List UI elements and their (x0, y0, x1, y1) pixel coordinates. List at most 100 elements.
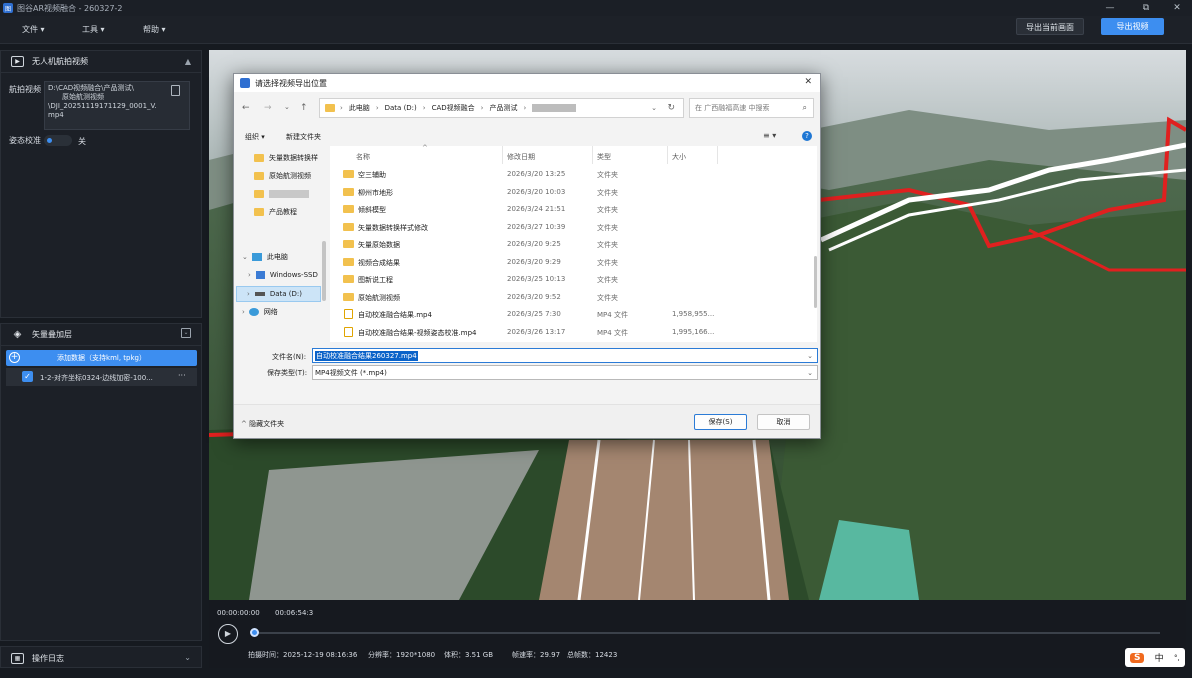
address-dropdown-icon[interactable]: ⌄ (651, 104, 657, 112)
column-size[interactable]: 大小 (672, 152, 686, 162)
file-row[interactable]: 自动校准融合结果.mp4 2026/3/25 7:30 MP4 文件 1,958,95… (330, 305, 810, 323)
drive-icon (254, 292, 265, 296)
file-date: 2026/3/20 9:52 (507, 292, 561, 301)
nav-item[interactable]: 原始航测视频 (254, 168, 311, 184)
layer-checkbox[interactable]: ✓ (22, 371, 33, 382)
expand-icon[interactable]: › (247, 290, 250, 298)
nav-item[interactable] (254, 186, 309, 202)
search-input[interactable]: 在 广西融福高速 中搜索 ⌕ (689, 98, 814, 118)
folder-icon (343, 170, 354, 178)
file-row[interactable]: 柳州市地形 2026/3/20 10:03 文件夹 (330, 183, 810, 201)
save-button[interactable]: 保存(S) (694, 414, 747, 430)
help-icon[interactable]: ? (802, 131, 812, 141)
redacted-segment (532, 104, 577, 112)
column-divider[interactable] (667, 146, 668, 164)
file-row[interactable]: 矢量原始数据 2026/3/20 9:25 文件夹 (330, 235, 810, 253)
nav-item[interactable]: 产品教程 (254, 204, 297, 220)
video-panel-header[interactable]: ▶ 无人机航拍视频 ▲ (1, 51, 201, 73)
search-icon[interactable]: ⌕ (803, 103, 807, 113)
recent-dropdown-icon[interactable]: ⌄ (284, 103, 290, 111)
file-type: 文件夹 (597, 223, 618, 232)
video-path-field[interactable]: D:\CAD视频融合\产品测试\ 原始航测视频 \DJI_20251119171… (44, 81, 190, 130)
column-date[interactable]: 修改日期 (507, 152, 535, 162)
file-browse-icon[interactable] (171, 85, 180, 96)
file-row[interactable]: 矢量数据转换样式修改 2026/3/27 10:39 文件夹 (330, 218, 810, 236)
file-row[interactable]: 图新说工程 2026/3/25 10:13 文件夹 (330, 270, 810, 288)
column-divider[interactable] (502, 146, 503, 164)
filetype-dropdown-icon[interactable]: ⌄ (807, 369, 813, 377)
nav-item[interactable]: 矢量数据转换样 (254, 150, 318, 166)
file-list-scrollbar[interactable] (814, 256, 817, 308)
back-icon[interactable]: ← (242, 103, 250, 113)
menu-help[interactable]: 帮助 ▾ (143, 24, 166, 35)
nav-item[interactable]: › Windows-SSD (248, 267, 318, 283)
dialog-title: 请选择视频导出位置 (255, 78, 327, 88)
breadcrumb-item[interactable]: CAD视频融合 (432, 103, 475, 113)
layers-panel-header[interactable]: ◈ 矢量叠加层 ⌄ (1, 324, 201, 346)
view-menu-icon[interactable]: ≡ ▾ (763, 131, 776, 140)
chevron-down-icon[interactable]: ⌄ (184, 653, 191, 662)
new-folder-button[interactable]: 新建文件夹 (286, 132, 321, 142)
ime-indicator[interactable]: S 中 °, (1125, 648, 1185, 667)
attitude-toggle[interactable] (44, 135, 72, 146)
layer-more-icon[interactable]: ··· (178, 371, 186, 380)
filename-input[interactable]: 自动校准融合结果260327.mp4 ⌄ (312, 348, 818, 363)
breadcrumb-sep-icon: › (375, 104, 379, 112)
file-row[interactable]: 倾斜模型 2026/3/24 21:51 文件夹 (330, 200, 810, 218)
file-row[interactable]: 空三辅助 2026/3/20 13:25 文件夹 (330, 165, 810, 183)
filename-dropdown-icon[interactable]: ⌄ (807, 352, 813, 360)
cancel-button[interactable]: 取消 (757, 414, 810, 430)
file-date: 2026/3/20 9:29 (507, 257, 561, 266)
filename-value: 自动校准融合结果260327.mp4 (315, 350, 418, 361)
dialog-close-icon[interactable]: ✕ (804, 77, 812, 87)
expand-icon[interactable]: › (242, 308, 245, 316)
log-panel-header[interactable]: ▦ 操作日志 ⌄ (1, 647, 201, 669)
chevron-up-icon[interactable]: ▲ (185, 57, 191, 66)
file-row[interactable]: 视频合成结果 2026/3/20 9:29 文件夹 (330, 253, 810, 271)
maximize-icon[interactable]: ⧉ (1140, 2, 1152, 14)
refresh-icon[interactable]: ↻ (667, 103, 675, 113)
mp4-file-icon (344, 326, 353, 337)
column-divider[interactable] (717, 146, 718, 164)
layer-name: 1-2-对齐坐标0324-边线加密-100... (40, 374, 153, 382)
column-name[interactable]: 名称 (356, 152, 370, 162)
minimize-icon[interactable]: — (1104, 2, 1116, 14)
add-data-button[interactable]: + 添加数据（支持kml, tpkg） (6, 350, 197, 366)
breadcrumb-item[interactable]: 此电脑 (349, 103, 370, 113)
up-icon[interactable]: ↑ (300, 103, 308, 113)
ime-punct: °, (1174, 653, 1180, 662)
layer-item[interactable]: ✓ 1-2-对齐坐标0324-边线加密-100... ··· (6, 368, 197, 386)
breadcrumb-item[interactable]: 产品测试 (489, 103, 517, 113)
nav-item[interactable]: ⌄ 此电脑 (242, 249, 288, 265)
breadcrumb-item[interactable]: Data (D:) (385, 104, 417, 112)
export-frame-button[interactable]: 导出当前画面 (1016, 18, 1084, 35)
file-size: 1,958,955... (672, 310, 715, 318)
nav-item[interactable]: › 网络 (242, 304, 278, 320)
filetype-select[interactable]: MP4视频文件 (*.mp4) ⌄ (312, 365, 818, 380)
menu-file[interactable]: 文件 ▾ (22, 24, 45, 35)
progress-track[interactable] (254, 632, 1160, 634)
address-bar[interactable]: › 此电脑 › Data (D:) › CAD视频融合 › 产品测试 › ⌄ ↻ (319, 98, 684, 118)
nav-label: 原始航测视频 (269, 172, 311, 180)
close-icon[interactable]: ✕ (1171, 2, 1183, 14)
menu-tools[interactable]: 工具 ▾ (82, 24, 105, 35)
nav-scrollbar[interactable] (322, 241, 326, 301)
file-row[interactable]: 原始航测视频 2026/3/20 9:52 文件夹 (330, 288, 810, 306)
video-path-line: 原始航测视频 (62, 93, 104, 101)
progress-handle[interactable] (250, 628, 259, 637)
nav-item-selected[interactable]: › Data (D:) (236, 286, 321, 302)
export-video-button[interactable]: 导出视频 (1101, 18, 1164, 35)
folder-icon (343, 187, 354, 196)
hide-folders-toggle[interactable]: ^ 隐藏文件夹 (241, 419, 284, 429)
collapse-icon[interactable]: ⌄ (181, 328, 191, 338)
expand-icon[interactable]: ⌄ (242, 253, 248, 261)
play-button[interactable]: ▶ (218, 624, 238, 644)
folder-icon (254, 172, 264, 180)
file-row[interactable]: 自动校准融合结果-视频姿态校准.mp4 2026/3/26 13:17 MP4 文件… (330, 323, 810, 341)
column-divider[interactable] (592, 146, 593, 164)
file-name: 柳州市地形 (358, 188, 393, 197)
forward-icon[interactable]: → (264, 103, 272, 113)
expand-icon[interactable]: › (248, 271, 251, 279)
organize-button[interactable]: 组织 ▾ (245, 132, 265, 142)
column-type[interactable]: 类型 (597, 152, 611, 162)
